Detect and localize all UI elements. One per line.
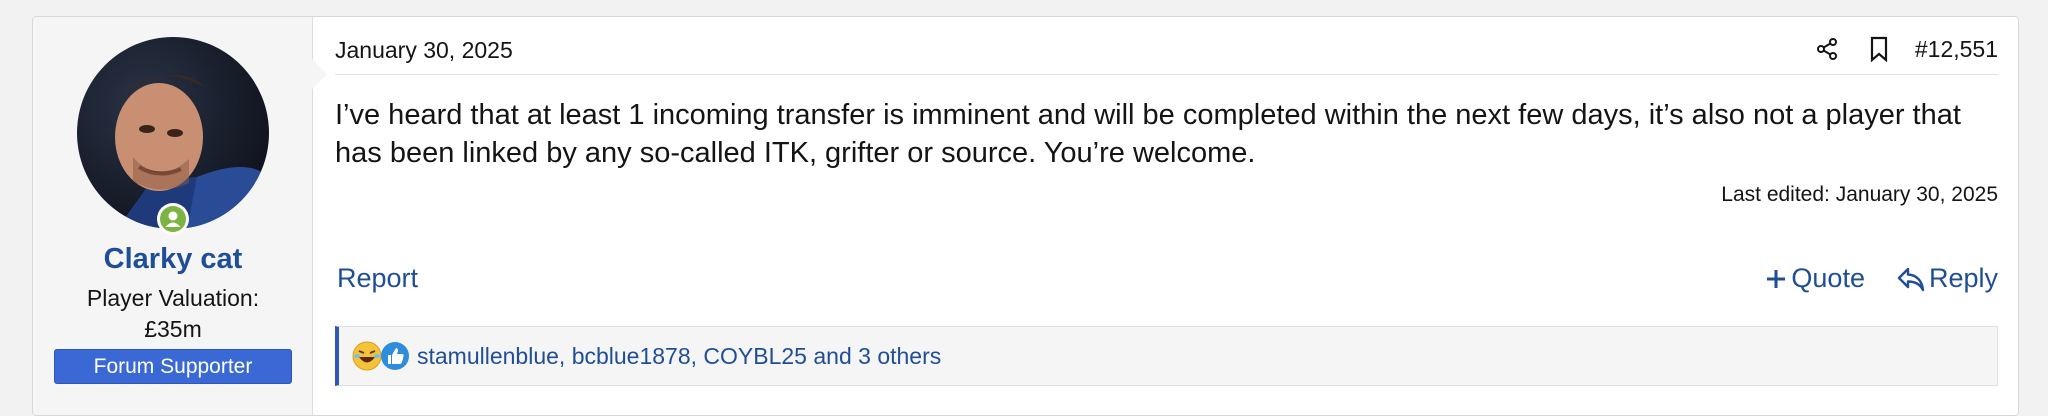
reply-button[interactable]: Reply — [1897, 263, 1998, 294]
last-edited: Last edited: January 30, 2025 — [1721, 183, 1998, 206]
player-valuation: Player Valuation: £35m — [73, 283, 273, 345]
post-message: I’ve heard that at least 1 incoming tran… — [335, 99, 1961, 169]
post-header-actions: #12,551 — [1811, 33, 1998, 65]
quote-button[interactable]: Quote — [1765, 263, 1865, 294]
online-status-icon — [157, 203, 189, 235]
quote-label: Quote — [1791, 263, 1865, 293]
post-footer: Report Quote Reply — [337, 263, 1998, 303]
share-icon[interactable] — [1811, 33, 1843, 65]
reactors-list[interactable]: stamullenblue, bcblue1878, COYBL25 and 3… — [417, 343, 941, 370]
user-info-panel: Clarky cat Player Valuation: £35m Forum … — [33, 17, 327, 415]
post-main: January 30, 2025 #12,551 I’ve heard that… — [313, 17, 2018, 415]
username[interactable]: Clarky cat — [33, 243, 313, 276]
avatar[interactable] — [77, 37, 269, 229]
reaction-icons — [351, 340, 411, 372]
post-number[interactable]: #12,551 — [1915, 36, 1998, 63]
reply-label: Reply — [1928, 263, 1998, 293]
thumbs-up-icon[interactable] — [379, 340, 411, 372]
report-link[interactable]: Report — [337, 263, 418, 294]
reply-arrow-icon — [1897, 266, 1925, 292]
plus-icon — [1765, 268, 1787, 290]
post-date[interactable]: January 30, 2025 — [335, 37, 513, 64]
valuation-value: £35m — [144, 316, 202, 342]
post-footer-actions: Quote Reply — [1733, 263, 1998, 294]
reactions-bar: stamullenblue, bcblue1878, COYBL25 and 3… — [335, 326, 1998, 386]
valuation-label: Player Valuation: — [86, 285, 260, 311]
bookmark-icon[interactable] — [1863, 33, 1895, 65]
forum-post: Clarky cat Player Valuation: £35m Forum … — [32, 16, 2019, 416]
post-header: January 30, 2025 #12,551 — [335, 17, 1998, 75]
forum-supporter-badge: Forum Supporter — [54, 349, 292, 384]
